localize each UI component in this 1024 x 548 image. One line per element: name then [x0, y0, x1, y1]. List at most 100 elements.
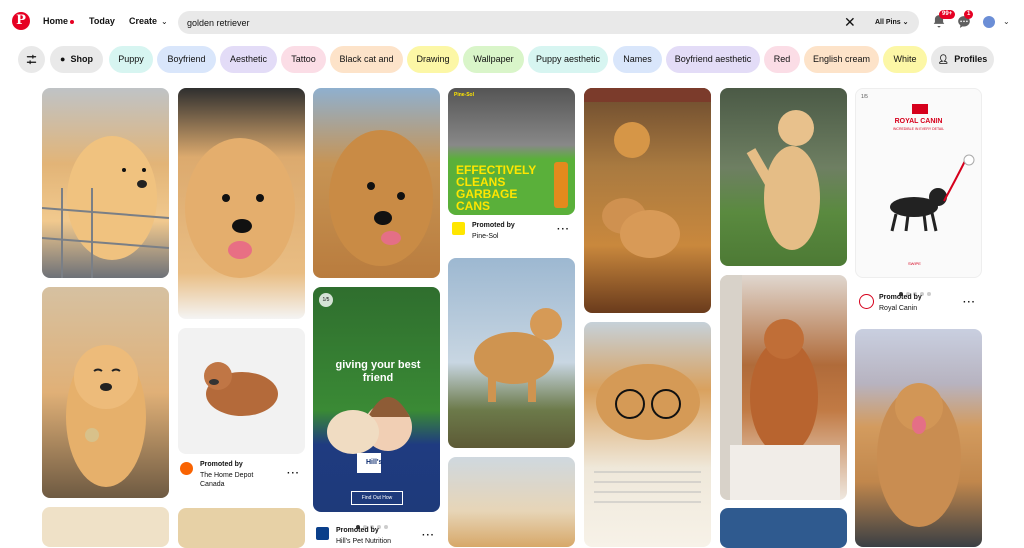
swipe-label: SWIPE: [908, 261, 921, 266]
unread-dot-icon: [70, 19, 75, 24]
promoted-homedepot[interactable]: Promoted by The Home Depot Canada: [180, 460, 300, 494]
pin-ad-pinesol[interactable]: Pine-Sol EFFECTIVELY CLEANS GARBAGE CANS: [448, 88, 575, 215]
chip-boyfriend[interactable]: Boyfriend: [157, 46, 216, 73]
promoted-by-label: Promoted by: [200, 461, 243, 468]
chip-names[interactable]: Names: [613, 46, 662, 73]
carousel-counter: 1/5: [319, 293, 333, 307]
nav-home-label: Home: [43, 16, 69, 26]
avatar[interactable]: [983, 16, 995, 28]
person-icon: 👤︎: [937, 54, 950, 64]
pin-illustration: [890, 154, 975, 232]
homedepot-logo-icon: [180, 462, 193, 475]
find-out-how-button[interactable]: Find Out How: [351, 491, 403, 505]
ad-headline: EFFECTIVELY CLEANS GARBAGE CANS: [456, 163, 537, 213]
pin-image-homedepot[interactable]: [178, 328, 305, 454]
advertiser-name: Royal Canin: [879, 305, 918, 312]
more-options-button[interactable]: ···: [422, 530, 435, 541]
nav-today[interactable]: Today: [89, 16, 115, 26]
notifications-button[interactable]: 99+: [930, 10, 956, 32]
chip-wallpaper[interactable]: Wallpaper: [463, 46, 524, 73]
chip-aesthetic[interactable]: Aesthetic: [220, 46, 277, 73]
chip-profiles[interactable]: 👤︎ Profiles: [931, 46, 994, 73]
promoted-pinesol[interactable]: Promoted by Pine-Sol: [452, 220, 572, 242]
messages-badge: 1: [964, 10, 974, 19]
pin-ad-royalcanin[interactable]: 1/5 ROYAL CANIN INCREDIBLE IN EVERY DETA…: [855, 88, 982, 278]
chip-boyfriend-aesthetic[interactable]: Boyfriend aesthetic: [666, 46, 760, 73]
pin-image-partial[interactable]: [42, 507, 169, 547]
advertiser-name: The Home Depot Canada: [200, 472, 254, 488]
chip-drawing[interactable]: Drawing: [407, 46, 459, 73]
pin-illustration: [66, 345, 146, 487]
pin-ad-hills[interactable]: 1/5 giving your best friend Hill's Find …: [313, 287, 440, 512]
promoted-by-label: Promoted by: [879, 294, 922, 301]
search-bar: ✕ All Pins ⌄: [178, 11, 919, 34]
search-scope-label: All Pins: [875, 19, 901, 26]
advertiser-name: Pine-Sol: [472, 233, 499, 240]
nav-create-label: Create: [129, 16, 158, 26]
chip-puppy[interactable]: Puppy: [109, 46, 153, 73]
chip-black-cat-and[interactable]: Black cat and: [330, 46, 403, 73]
nav-create[interactable]: Create ⌄: [129, 16, 168, 26]
pin-image-dogs-van[interactable]: [584, 88, 711, 313]
more-options-button[interactable]: ···: [287, 468, 300, 479]
pin-image-golden-selfie[interactable]: [313, 88, 440, 278]
chip-tattoo[interactable]: Tattoo: [281, 46, 326, 73]
hills-logo-icon: [316, 527, 329, 540]
bottle-image: [554, 162, 568, 208]
chip-white[interactable]: White: [883, 46, 927, 73]
notifications-badge: 99+: [939, 10, 956, 19]
chip-puppy-aesthetic[interactable]: Puppy aesthetic: [528, 46, 608, 73]
promoted-by-label: Promoted by: [336, 527, 379, 534]
pin-illustration: [185, 138, 295, 278]
filter-button[interactable]: [18, 46, 45, 73]
pin-image-partial[interactable]: [448, 457, 575, 547]
promoted-royalcanin[interactable]: Promoted by Royal Canin: [859, 292, 979, 314]
pin-illustration: [474, 308, 562, 402]
pin-illustration: [327, 397, 412, 473]
filter-icon: [26, 54, 37, 65]
pin-illustration: [877, 383, 961, 527]
search-input[interactable]: [187, 16, 827, 29]
chevron-down-icon: ⌄: [902, 19, 909, 26]
advertiser-name: Hill's Pet Nutrition: [336, 538, 392, 545]
pin-image-golden-wave[interactable]: [720, 88, 847, 266]
pin-image-puppy-sitting[interactable]: [42, 287, 169, 498]
pin-illustration: [584, 88, 711, 258]
royalcanin-logo-icon: [859, 294, 874, 309]
pin-illustration: [42, 136, 169, 278]
search-scope-select[interactable]: All Pins ⌄: [875, 18, 909, 26]
promoted-by-label: Promoted by: [472, 222, 515, 229]
chip-shop-label: Shop: [70, 54, 93, 64]
chip-shop[interactable]: ● Shop: [50, 46, 103, 73]
chip-profiles-label: Profiles: [954, 54, 988, 64]
pin-image-partial[interactable]: [720, 508, 847, 548]
pin-illustration: [204, 362, 278, 416]
pin-illustration: [329, 130, 433, 266]
chip-red[interactable]: Red: [764, 46, 800, 73]
pinesol-logo: Pine-Sol: [454, 92, 475, 98]
nav-home[interactable]: Home: [43, 16, 75, 26]
pinesol-logo-icon: [452, 222, 465, 235]
pin-image-puppy-glasses[interactable]: [584, 322, 711, 547]
more-options-button[interactable]: ···: [557, 224, 570, 235]
pin-image-puppy-cart[interactable]: [42, 88, 169, 278]
close-icon[interactable]: ✕: [844, 14, 856, 30]
pin-image-golden-beach[interactable]: [448, 258, 575, 448]
pin-image-partial[interactable]: [178, 508, 305, 548]
ad-headline: giving your best friend: [335, 359, 421, 384]
messages-button[interactable]: 1: [956, 10, 976, 32]
pin-image-golden-face[interactable]: [178, 88, 305, 319]
pin-illustration: [720, 275, 840, 500]
pin-image-golden-steps[interactable]: [720, 275, 847, 500]
pin-illustration: [746, 110, 820, 250]
pin-illustration: [594, 364, 701, 503]
pinterest-logo-icon[interactable]: P: [12, 12, 30, 30]
chevron-down-icon: ⌄: [161, 17, 168, 26]
hills-logo: Hill's: [366, 459, 383, 466]
chip-english-cream[interactable]: English cream: [804, 46, 879, 73]
more-options-button[interactable]: ···: [963, 297, 976, 308]
shopping-bag-icon: ●: [60, 54, 66, 64]
pin-image-golden-truck[interactable]: [855, 329, 982, 547]
chevron-down-icon[interactable]: ⌄: [1003, 17, 1010, 26]
top-navigation-bar: P Home Today Create⌄ ✕ All Pins ⌄ 99+ 1 …: [0, 0, 1024, 44]
